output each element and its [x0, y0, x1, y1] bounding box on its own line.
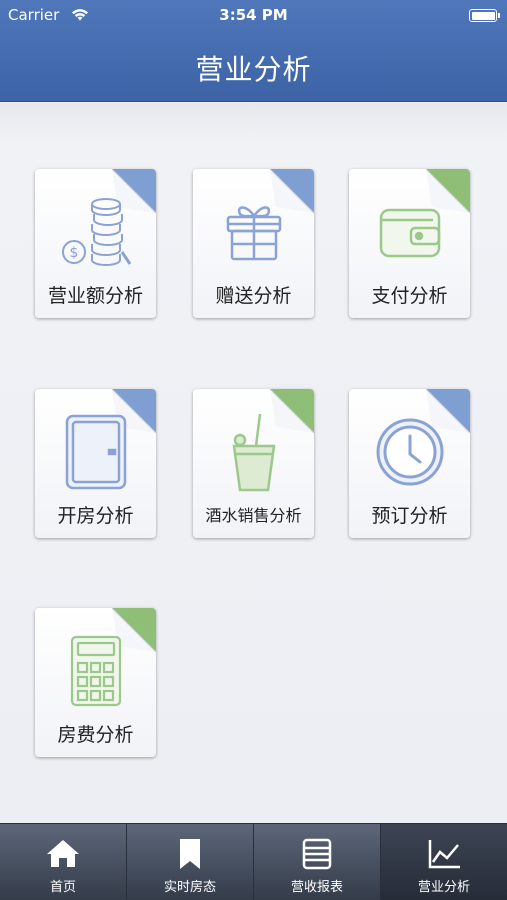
wallet-icon [349, 187, 470, 277]
tab-business-analysis[interactable]: 营业分析 [381, 824, 507, 900]
tile-reservation-analysis[interactable]: 预订分析 [349, 389, 470, 538]
drink-icon [193, 407, 314, 497]
analysis-grid: $ 营业额分析 赠送分析 支付分析 开房分析 酒水销售分析 预订分析 房费分析 [0, 103, 507, 823]
tab-label: 首页 [49, 880, 76, 895]
tab-label: 营业分析 [417, 880, 470, 895]
status-bar: Carrier 3:54 PM [0, 6, 507, 26]
tile-label: 开房分析 [57, 505, 134, 527]
tab-label: 实时房态 [163, 880, 216, 895]
tab-label: 营收报表 [290, 880, 343, 895]
tile-label: 房费分析 [57, 724, 134, 746]
clock-time: 3:54 PM [219, 6, 288, 24]
calculator-icon [35, 626, 156, 716]
chart-line-icon [381, 838, 507, 870]
tile-label: 赠送分析 [215, 285, 292, 307]
coins-icon: $ [35, 187, 156, 277]
tab-revenue-report[interactable]: 营收报表 [254, 824, 381, 900]
clock-icon [349, 407, 470, 497]
tile-label: 酒水销售分析 [205, 506, 302, 525]
home-icon [0, 838, 126, 868]
gift-icon [193, 187, 314, 277]
bookmark-icon [127, 838, 253, 870]
tile-room-fee-analysis[interactable]: 房费分析 [35, 608, 156, 757]
tile-room-opening-analysis[interactable]: 开房分析 [35, 389, 156, 538]
nav-header: Carrier 3:54 PM 营业分析 [0, 0, 507, 102]
tile-label: 营业额分析 [47, 285, 143, 307]
tile-payment-analysis[interactable]: 支付分析 [349, 169, 470, 318]
tile-revenue-analysis[interactable]: $ 营业额分析 [35, 169, 156, 318]
tab-bar: 首页 实时房态 营收报表 营业分析 [0, 823, 507, 900]
tab-home[interactable]: 首页 [0, 824, 127, 900]
svg-text:$: $ [69, 245, 78, 261]
battery-icon [469, 9, 500, 22]
tile-gift-analysis[interactable]: 赠送分析 [193, 169, 314, 318]
report-icon [254, 838, 380, 870]
tile-label: 预订分析 [371, 505, 448, 527]
tile-drink-sales-analysis[interactable]: 酒水销售分析 [193, 389, 314, 538]
tile-label: 支付分析 [371, 285, 448, 307]
page-title: 营业分析 [195, 53, 312, 86]
tab-realtime-room-status[interactable]: 实时房态 [127, 824, 254, 900]
door-icon [35, 407, 156, 497]
